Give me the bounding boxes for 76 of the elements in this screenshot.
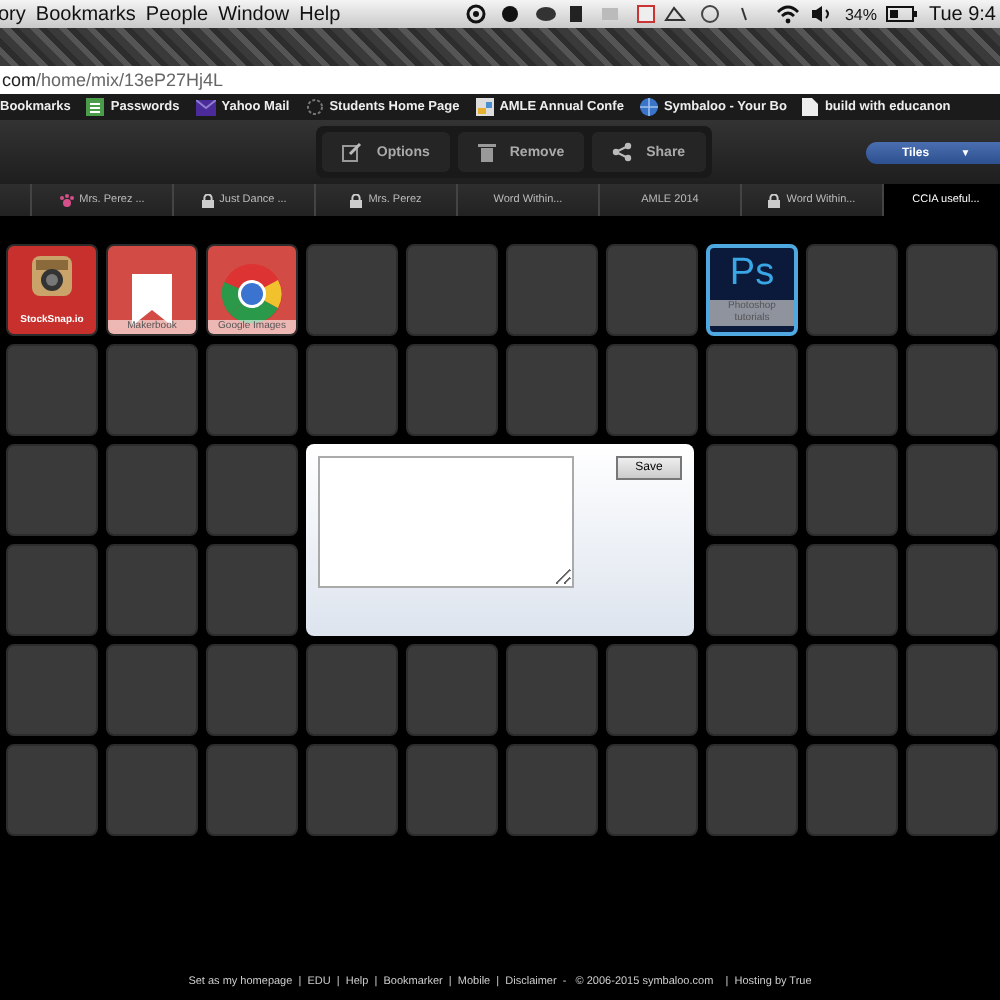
tab[interactable] bbox=[0, 184, 32, 216]
empty-tile[interactable] bbox=[906, 444, 998, 536]
empty-tile[interactable] bbox=[906, 744, 998, 836]
empty-tile[interactable] bbox=[106, 744, 198, 836]
empty-tile[interactable] bbox=[506, 744, 598, 836]
empty-tile[interactable] bbox=[6, 344, 98, 436]
empty-tile[interactable] bbox=[806, 444, 898, 536]
empty-tile[interactable] bbox=[506, 344, 598, 436]
empty-tile[interactable] bbox=[406, 644, 498, 736]
empty-tile[interactable] bbox=[806, 344, 898, 436]
menu-item[interactable]: Bookmarks bbox=[35, 3, 136, 25]
empty-tile[interactable] bbox=[806, 544, 898, 636]
battery-percent: 34% bbox=[844, 5, 877, 23]
page-icon bbox=[802, 98, 819, 116]
camera-icon bbox=[30, 254, 74, 298]
empty-tile[interactable] bbox=[906, 244, 998, 336]
empty-tile[interactable] bbox=[806, 644, 898, 736]
empty-tile[interactable] bbox=[906, 644, 998, 736]
empty-tile[interactable] bbox=[306, 244, 398, 336]
empty-tile[interactable] bbox=[406, 344, 498, 436]
bookmark-icon bbox=[130, 273, 174, 325]
empty-tile[interactable] bbox=[6, 444, 98, 536]
wifi-icon[interactable] bbox=[776, 4, 801, 24]
battery-icon[interactable] bbox=[886, 6, 919, 22]
empty-tile[interactable] bbox=[206, 344, 298, 436]
empty-tile[interactable] bbox=[706, 444, 798, 536]
empty-tile[interactable] bbox=[806, 244, 898, 336]
empty-tile[interactable] bbox=[606, 744, 698, 836]
empty-tile[interactable] bbox=[506, 644, 598, 736]
note-field[interactable] bbox=[318, 456, 574, 588]
empty-tile[interactable] bbox=[606, 344, 698, 436]
globe-icon bbox=[639, 98, 658, 116]
empty-tile[interactable] bbox=[606, 644, 698, 736]
document-icon bbox=[475, 98, 494, 116]
empty-tile[interactable] bbox=[906, 544, 998, 636]
paw-icon bbox=[59, 193, 74, 207]
spinner-icon bbox=[305, 98, 324, 116]
photoshop-logo: Ps bbox=[729, 252, 775, 296]
empty-tile[interactable] bbox=[206, 544, 298, 636]
empty-tile[interactable] bbox=[306, 744, 398, 836]
empty-tile[interactable] bbox=[606, 244, 698, 336]
menu-item[interactable]: Window bbox=[218, 3, 290, 25]
menu-item[interactable]: Help bbox=[299, 3, 341, 25]
empty-tile[interactable] bbox=[106, 344, 198, 436]
empty-tile[interactable] bbox=[706, 644, 798, 736]
menu-item[interactable]: People bbox=[145, 3, 209, 25]
empty-tile[interactable] bbox=[306, 344, 398, 436]
empty-tile[interactable] bbox=[406, 244, 498, 336]
address-field[interactable]: com/home/mix/13eP27Hj4L bbox=[0, 66, 1000, 94]
empty-tile[interactable] bbox=[706, 344, 798, 436]
empty-tile[interactable] bbox=[106, 444, 198, 536]
empty-tile[interactable] bbox=[706, 544, 798, 636]
envelope-icon bbox=[195, 99, 216, 115]
empty-tile[interactable] bbox=[206, 644, 298, 736]
lock-icon bbox=[768, 193, 781, 207]
spreadsheet-icon bbox=[86, 98, 105, 116]
empty-tile[interactable] bbox=[206, 444, 298, 536]
empty-tile[interactable] bbox=[306, 644, 398, 736]
lock-icon bbox=[201, 193, 214, 207]
empty-tile[interactable] bbox=[706, 744, 798, 836]
empty-tile[interactable] bbox=[506, 244, 598, 336]
volume-icon[interactable] bbox=[810, 4, 835, 24]
empty-tile[interactable] bbox=[406, 744, 498, 836]
empty-tile[interactable] bbox=[906, 344, 998, 436]
empty-tile[interactable] bbox=[106, 544, 198, 636]
empty-tile[interactable] bbox=[806, 744, 898, 836]
trash-icon bbox=[477, 142, 496, 162]
clock: Tue 9:4 bbox=[928, 3, 996, 25]
empty-tile[interactable] bbox=[6, 744, 98, 836]
empty-tile[interactable] bbox=[106, 644, 198, 736]
share-icon bbox=[612, 142, 633, 162]
edit-icon bbox=[342, 142, 363, 162]
lock-icon bbox=[350, 193, 363, 207]
empty-tile[interactable] bbox=[6, 644, 98, 736]
empty-tile[interactable] bbox=[6, 544, 98, 636]
empty-tile[interactable] bbox=[206, 744, 298, 836]
